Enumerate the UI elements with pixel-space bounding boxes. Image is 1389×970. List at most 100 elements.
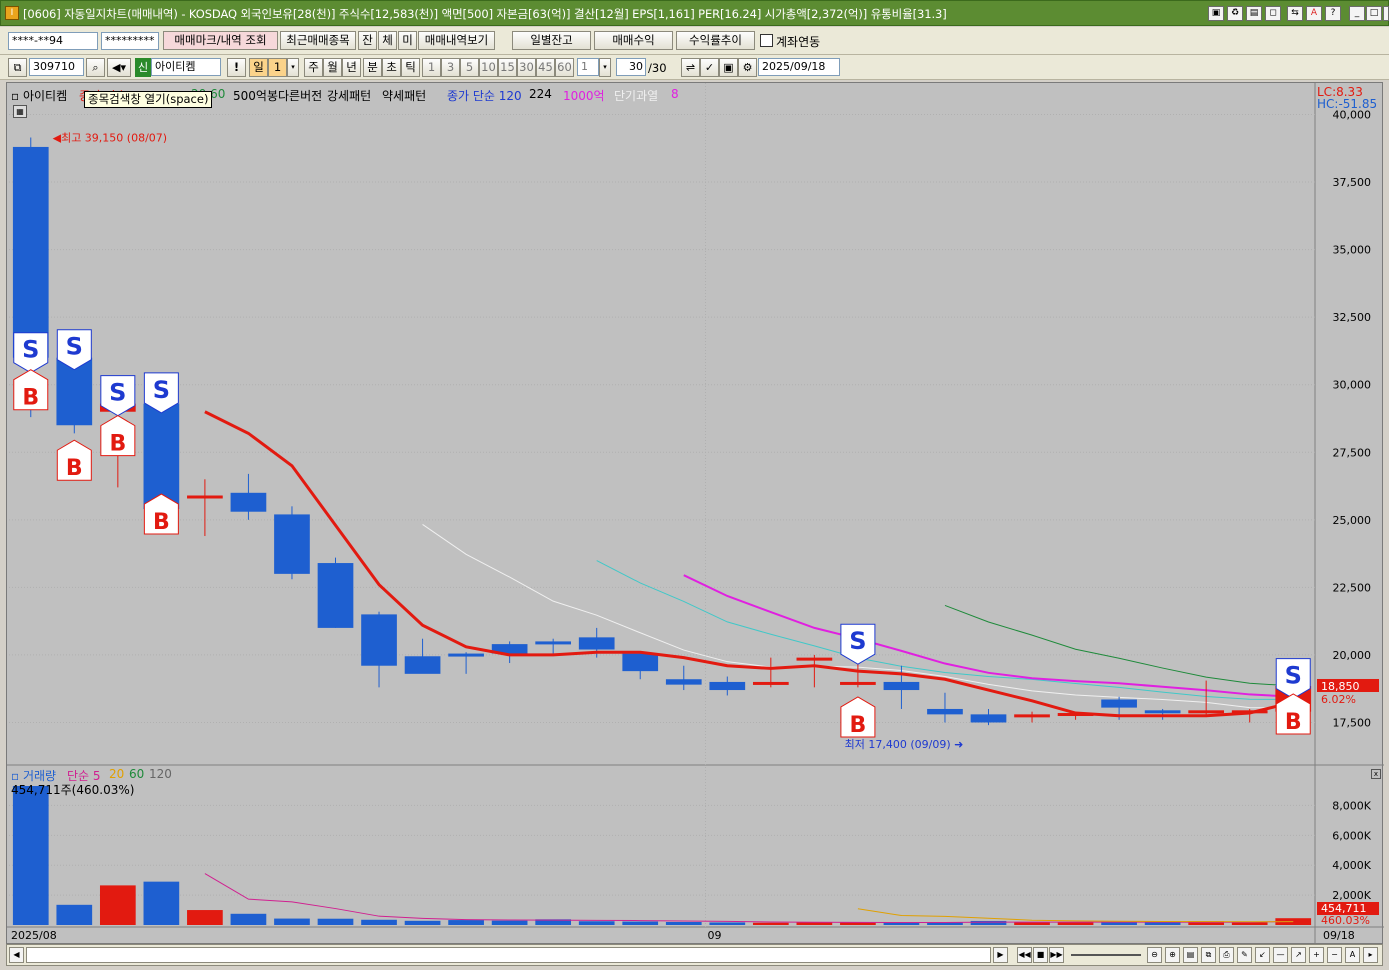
volume-bar	[187, 910, 223, 925]
stop-icon[interactable]: ■	[1033, 947, 1048, 963]
refresh-icon[interactable]: ♻	[1227, 6, 1243, 21]
minute-dropdown-icon[interactable]: ▾	[599, 58, 611, 77]
volume-bar	[361, 919, 397, 925]
interval-10-button[interactable]: 10	[479, 58, 498, 77]
legend-stock-label: 아이티켐	[22, 89, 68, 103]
link-screen-icon[interactable]: ▣	[1208, 6, 1224, 21]
close-button[interactable]	[1383, 6, 1389, 21]
sell-marker: S	[840, 623, 876, 665]
interval-5-button[interactable]: 5	[460, 58, 479, 77]
minus-icon[interactable]: −	[1327, 947, 1342, 963]
chart-toolbar: ⧉ 309710 ⌕ ◀▾ 신 아이티켐 ! 일 1 ▾ 주 월 년 분 초 틱…	[0, 55, 1389, 80]
layout-icon[interactable]: ▤	[1183, 947, 1198, 963]
minimize-button[interactable]: _	[1349, 6, 1365, 21]
indicator-icon[interactable]: ✓	[700, 58, 719, 77]
scroll-right-icon[interactable]: ▶	[993, 947, 1008, 963]
interval-30-button[interactable]: 30	[517, 58, 536, 77]
candle-body	[535, 641, 572, 645]
balance-button[interactable]: 잔	[358, 31, 377, 50]
account-link-checkbox[interactable]	[760, 34, 773, 47]
help-icon[interactable]: ?	[1325, 6, 1341, 21]
interval-15-button[interactable]: 15	[498, 58, 517, 77]
stock-name-field[interactable]: 아이티켐	[151, 58, 221, 76]
draw-icon[interactable]: ↙	[1255, 947, 1270, 963]
chart-scrollbar[interactable]: ◀ ▶ ◀◀ ■ ▶▶ ⊖ ⊕ ▤ ⧉ ⎙ ✎ ↙ — ↗ + − A ▸	[6, 944, 1383, 966]
interval-3-button[interactable]: 3	[441, 58, 460, 77]
candle-body	[317, 563, 354, 628]
bar-count-total: /30	[648, 61, 667, 75]
legend-item-2: 강세패턴	[327, 89, 372, 103]
period-year-button[interactable]: 년	[342, 58, 361, 77]
copy-icon[interactable]: ⧉	[1201, 947, 1216, 963]
period-minute-button[interactable]: 분	[363, 58, 382, 77]
candle-body	[187, 495, 223, 499]
stock-code-input[interactable]: 309710	[29, 58, 84, 76]
ma120-line	[683, 574, 1294, 698]
period-tick-button[interactable]: 틱	[401, 58, 420, 77]
zoom-in-icon[interactable]: ⊕	[1165, 947, 1180, 963]
executed-button[interactable]: 체	[378, 31, 397, 50]
account-select[interactable]: ****-**94	[8, 32, 98, 50]
candle-body	[622, 653, 659, 672]
trade-profit-button[interactable]: 매매수익	[594, 31, 673, 50]
candle-body	[404, 656, 441, 674]
candle-body	[840, 681, 876, 685]
buy-marker: B	[13, 369, 49, 411]
chart-type-icon[interactable]: ⧉	[8, 58, 27, 77]
period-day-button[interactable]: 일	[249, 58, 268, 77]
trade-mark-query-button[interactable]: 매매마크/내역 조회	[163, 31, 278, 50]
candle-body	[274, 514, 310, 574]
period-second-button[interactable]: 초	[382, 58, 401, 77]
tool-icon[interactable]: ✎	[1237, 947, 1252, 963]
chart-area[interactable]: 40,000 37,500 35,000 32,500 30,000 27,500 25,0…	[6, 82, 1384, 944]
transfer-icon[interactable]: ⇆	[1287, 6, 1303, 21]
interval-60-button[interactable]: 60	[555, 58, 574, 77]
scroll-prev-icon[interactable]: ◀◀	[1017, 947, 1032, 963]
arrow-icon[interactable]: ↗	[1291, 947, 1306, 963]
settings-icon[interactable]: ⚙	[738, 58, 757, 77]
candle-body	[578, 637, 615, 650]
trade-history-button[interactable]: 매매내역보기	[418, 31, 495, 50]
save-icon[interactable]: ▣	[719, 58, 738, 77]
buy-marker-label: B	[850, 713, 867, 738]
bar-count-input[interactable]: 30	[616, 58, 646, 76]
date-input[interactable]: 2025/09/18	[758, 58, 840, 76]
maximize-button[interactable]: □	[1366, 6, 1382, 21]
dropdown-arrow-icon[interactable]: ▾	[287, 58, 299, 77]
line-icon[interactable]: —	[1273, 947, 1288, 963]
price-tick-label: 20,000	[1333, 649, 1372, 662]
print-icon[interactable]: ⎙	[1219, 947, 1234, 963]
volume-bar	[317, 918, 354, 925]
period-count-field[interactable]: 1	[268, 58, 287, 77]
recent-trade-stocks-button[interactable]: 최근매매종목	[280, 31, 356, 50]
minute-value-field[interactable]: 1	[577, 58, 599, 76]
text-icon[interactable]: A	[1345, 947, 1360, 963]
zoom-slider[interactable]	[1071, 954, 1141, 956]
period-month-button[interactable]: 월	[323, 58, 342, 77]
screen-list-icon[interactable]: ▤	[1246, 6, 1262, 21]
daily-balance-button[interactable]: 일별잔고	[512, 31, 591, 50]
pane-close-icon[interactable]: x	[1371, 769, 1381, 779]
legend-ma224: 224	[529, 87, 552, 101]
return-trend-button[interactable]: 수익률추이	[676, 31, 755, 50]
unexecuted-button[interactable]: 미	[398, 31, 417, 50]
move-icon[interactable]: ⇌	[681, 58, 700, 77]
interval-1-button[interactable]: 1	[422, 58, 441, 77]
scroll-next-icon[interactable]: ▶▶	[1049, 947, 1064, 963]
scroll-left-icon[interactable]: ◀	[9, 947, 24, 963]
zoom-out-icon[interactable]: ⊖	[1147, 947, 1162, 963]
grid-toggle-icon[interactable]: ▦	[13, 105, 27, 118]
more-icon[interactable]: ▸	[1363, 947, 1378, 963]
volume-bar	[1014, 922, 1050, 925]
interval-45-button[interactable]: 45	[536, 58, 555, 77]
password-field[interactable]: *********	[101, 32, 159, 50]
period-week-button[interactable]: 주	[304, 58, 323, 77]
font-icon[interactable]: A	[1306, 6, 1322, 21]
hc-value: HC:-51.85	[1317, 97, 1378, 111]
scroll-track[interactable]	[26, 947, 991, 963]
alert-button[interactable]: !	[227, 58, 246, 77]
crosshair-icon[interactable]: +	[1309, 947, 1324, 963]
speaker-icon[interactable]: ◀▾	[107, 58, 131, 77]
search-icon[interactable]: ⌕	[86, 58, 105, 77]
window-size-icon[interactable]: ◻	[1265, 6, 1281, 21]
